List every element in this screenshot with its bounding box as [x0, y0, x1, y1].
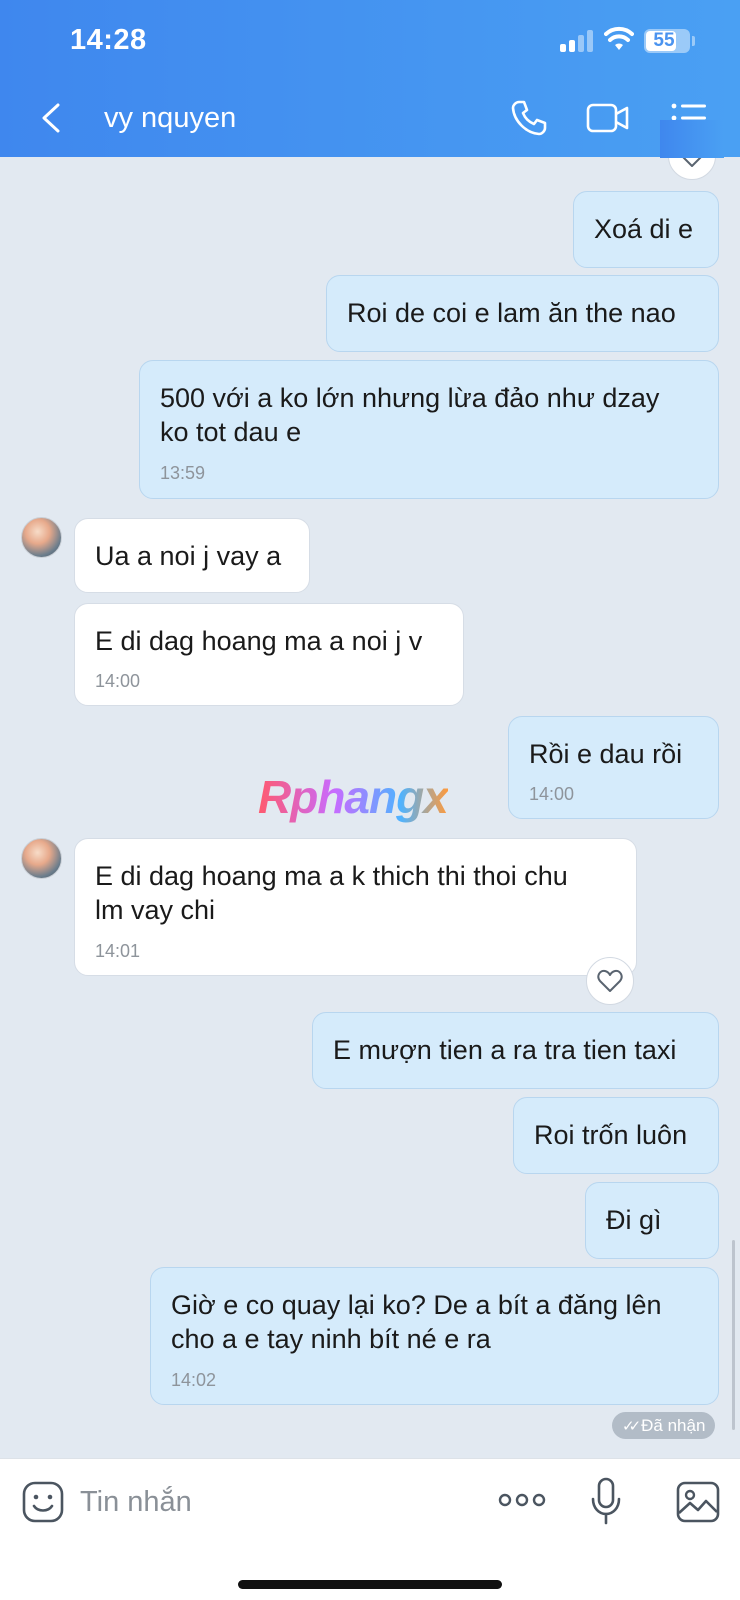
message-text: lm vay chi	[95, 895, 216, 925]
message-text: Rồi e dau rồi	[529, 739, 683, 769]
message-outgoing[interactable]: Đi gì	[585, 1182, 719, 1259]
status-time: 14:28	[70, 24, 147, 56]
message-text: ko tot dau e	[160, 417, 302, 447]
message-incoming[interactable]: E di dag hoang ma a k thich thi thoi chu…	[74, 838, 637, 976]
video-icon[interactable]	[586, 99, 630, 137]
message-outgoing[interactable]: Rồi e dau rồi 14:00	[508, 716, 719, 819]
message-outgoing[interactable]: Roi trốn luôn	[513, 1097, 719, 1174]
home-indicator[interactable]	[238, 1580, 502, 1589]
message-text: cho a e tay ninh bít né e ra	[171, 1324, 491, 1354]
message-text: Ua a noi j vay a	[95, 541, 282, 571]
phone-icon[interactable]	[510, 99, 548, 137]
message-time: 14:00	[529, 784, 575, 804]
message-text: Xoá di e	[594, 214, 694, 244]
more-icon[interactable]	[498, 1489, 546, 1511]
message-time: 13:59	[160, 463, 206, 483]
contact-avatar[interactable]	[21, 838, 62, 879]
watermark: Rphangx	[258, 771, 449, 823]
wifi-icon	[604, 26, 634, 50]
battery-level: 55	[653, 30, 675, 51]
composer-bar	[0, 1458, 740, 1600]
message-outgoing[interactable]: Xoá di e	[573, 191, 719, 268]
microphone-icon[interactable]	[590, 1477, 622, 1527]
delivery-status-text: Đã nhận	[641, 1416, 706, 1435]
message-text: Đi gì	[606, 1205, 662, 1235]
message-incoming[interactable]: Ua a noi j vay a	[74, 518, 310, 593]
message-outgoing[interactable]: E mượn tien a ra tra tien taxi	[312, 1012, 719, 1089]
header-overlap	[660, 120, 724, 158]
heart-icon	[597, 969, 623, 992]
message-text: E mượn tien a ra tra tien taxi	[333, 1035, 677, 1065]
message-text: 500 với a ko lớn nhưng lừa đảo như dzay	[160, 383, 660, 413]
emoji-icon[interactable]	[22, 1481, 64, 1523]
message-text: Roi trốn luôn	[534, 1120, 688, 1150]
message-time: 14:02	[171, 1370, 217, 1390]
message-text: E di dag hoang ma a k thich thi thoi chu	[95, 861, 568, 891]
delivery-status: ✓✓ Đã nhận	[612, 1412, 716, 1439]
message-outgoing[interactable]: 500 với a ko lớn nhưng lừa đảo như dzay …	[139, 360, 719, 499]
back-icon[interactable]	[34, 100, 70, 136]
message-outgoing[interactable]: Giờ e co quay lại ko? De a bít a đăng lê…	[150, 1267, 719, 1405]
chat-header: 14:28 55 vy nquyen	[0, 0, 740, 157]
scrollbar[interactable]	[732, 1240, 735, 1430]
signal-icon	[560, 30, 594, 52]
message-text: Giờ e co quay lại ko? De a bít a đăng lê…	[171, 1290, 662, 1320]
message-text: E di dag hoang ma a noi j v	[95, 626, 423, 656]
message-outgoing[interactable]: Roi de coi e lam ăn the nao	[326, 275, 719, 352]
image-icon[interactable]	[676, 1481, 720, 1523]
battery-icon: 55	[644, 29, 690, 53]
reaction-button[interactable]	[586, 957, 634, 1005]
message-input[interactable]	[80, 1477, 460, 1527]
message-incoming[interactable]: E di dag hoang ma a noi j v 14:00	[74, 603, 464, 706]
contact-avatar[interactable]	[21, 517, 62, 558]
double-check-icon: ✓✓	[622, 1418, 641, 1435]
contact-name[interactable]: vy nquyen	[104, 102, 236, 135]
message-time: 14:01	[95, 941, 141, 961]
message-text: Roi de coi e lam ăn the nao	[347, 298, 676, 328]
message-time: 14:00	[95, 671, 141, 691]
